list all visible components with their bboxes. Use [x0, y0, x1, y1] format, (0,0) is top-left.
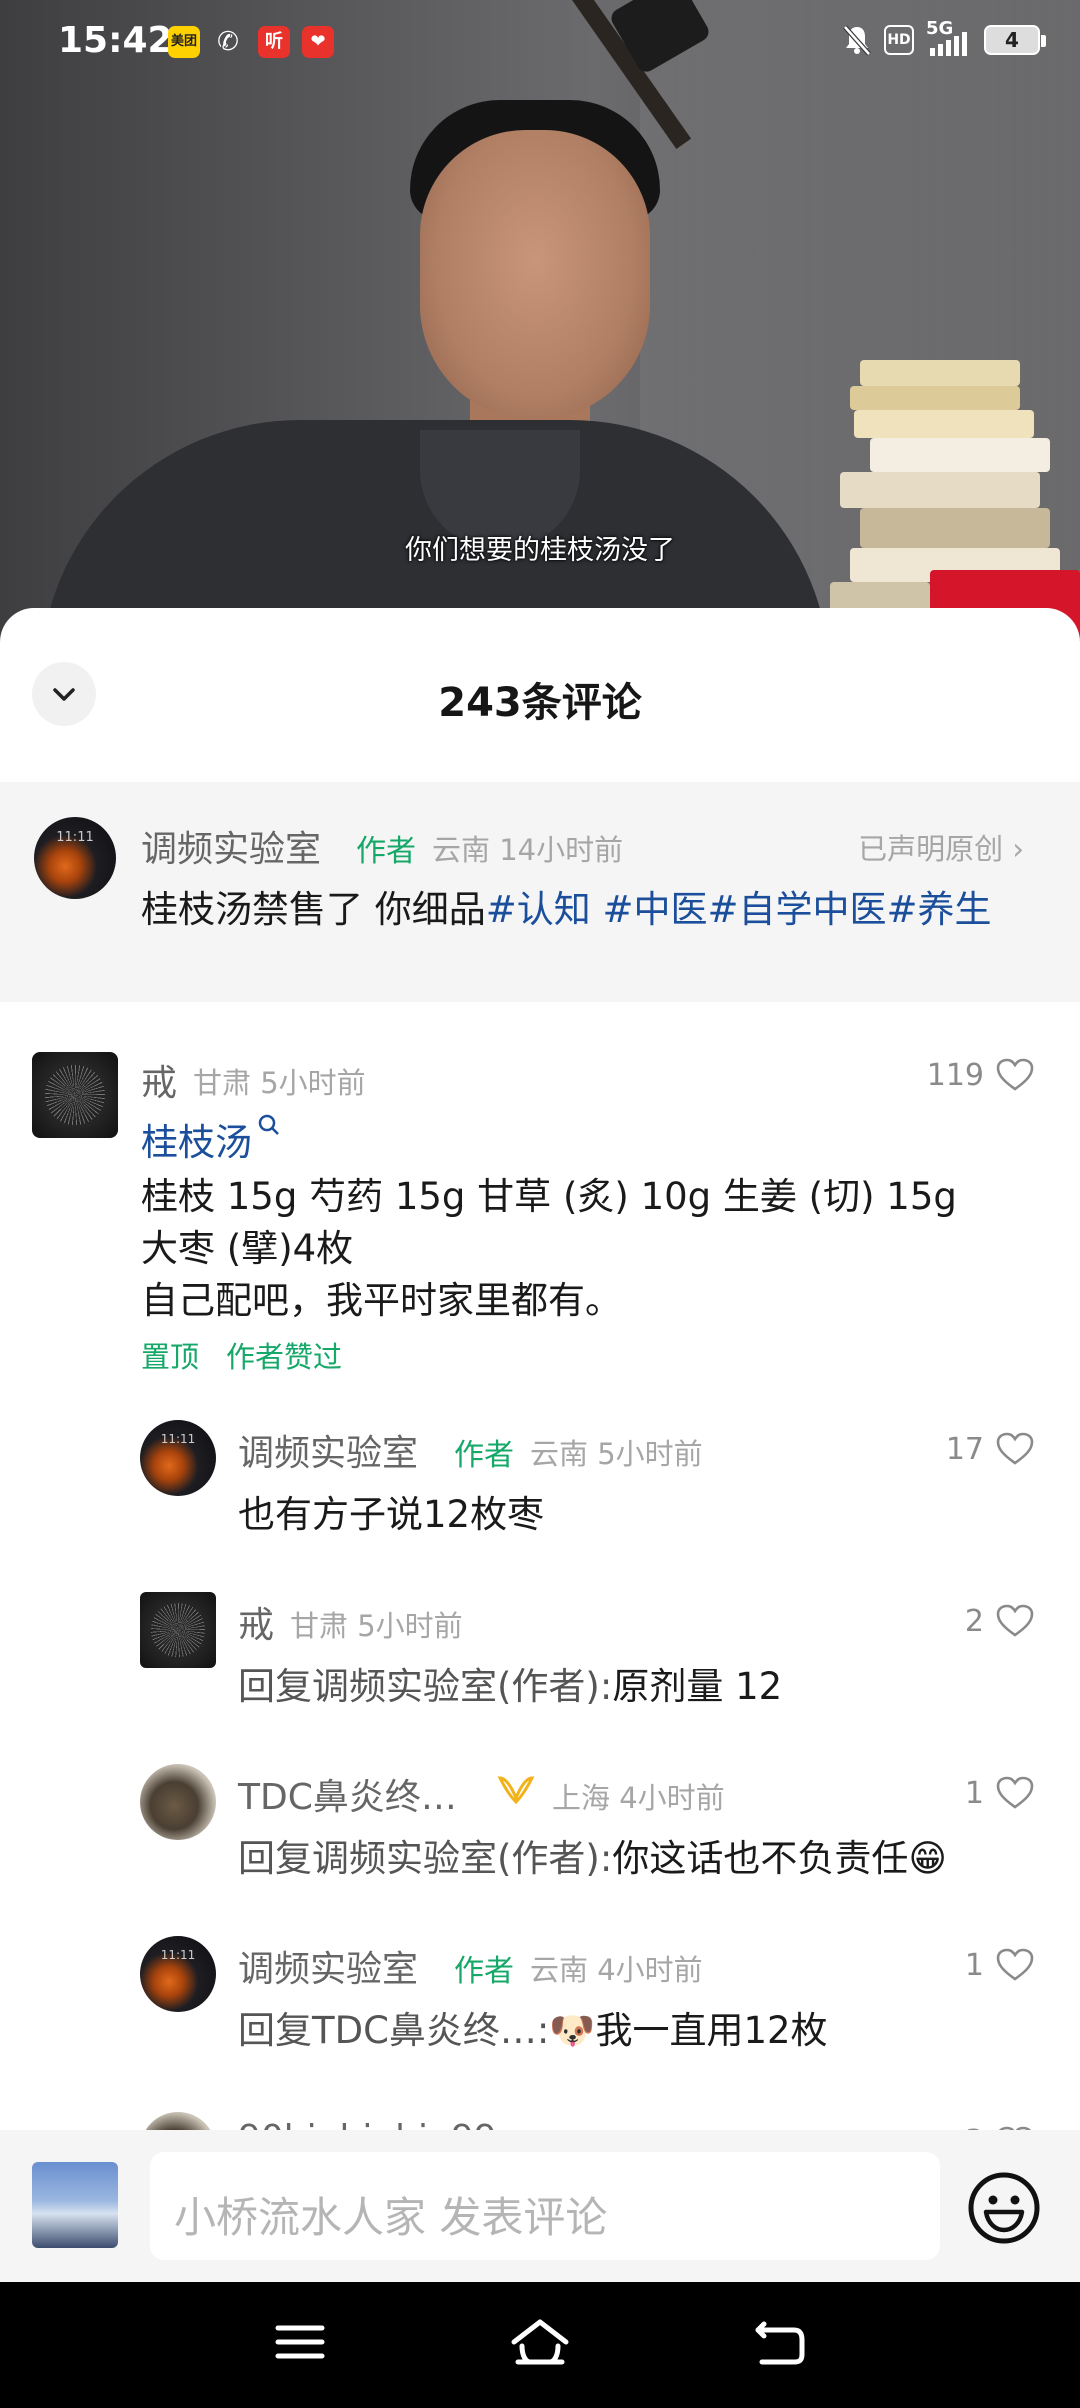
hd-icon: HD: [884, 25, 914, 55]
commenter-avatar[interactable]: [32, 1052, 118, 1138]
author-post-text: 桂枝汤禁售了 你细品#认知 #中医#自学中医#养生: [141, 888, 992, 931]
pinned-badge: 置顶: [141, 1340, 200, 1374]
comment-item: 戒 甘肃 5小时前 119 桂枝汤 桂枝 15g 芍药 15g 甘草 (炙) 1…: [0, 1032, 1080, 1374]
like-count: 17: [945, 1432, 984, 1467]
like-heart-icon[interactable]: [996, 1058, 1034, 1092]
comment-sheet-header: 243条评论: [0, 608, 1080, 782]
system-nav-bar: [0, 2282, 1080, 2408]
reply-meta: 上海 4小时前: [552, 1781, 725, 1815]
author-nickname[interactable]: 调频实验室: [141, 820, 321, 872]
back-icon[interactable]: [752, 2316, 808, 2368]
reply-avatar[interactable]: [140, 1592, 216, 1668]
like-heart-icon[interactable]: [996, 1604, 1034, 1638]
comment-text-line: 自己配吧，我平时家里都有。: [141, 1279, 622, 1322]
reply-item: 11:11 调频实验室 作者 云南 4小时前 1 回复TDC鼻炎终…:🐶我一直用…: [0, 1920, 1080, 2070]
reply-item: 戒 甘肃 5小时前 2 回复调频实验室(作者):原剂量 12: [0, 1576, 1080, 1726]
author-post[interactable]: 11:11 调频实验室 作者 云南 14小时前 已声明原创 › 桂枝汤禁售了 你…: [0, 782, 1080, 1002]
reply-meta: 云南 5小时前: [530, 1437, 703, 1471]
reply-text: 回复调频实验室(作者):原剂量 12: [238, 1665, 783, 1708]
reply-target[interactable]: 回复调频实验室(作者):: [238, 1665, 612, 1708]
reply-item: TDC鼻炎终… 上海 4小时前 1 回复调频实验室(作者):你这话也不负责任😁: [0, 1748, 1080, 1898]
like-count: 119: [926, 1058, 984, 1093]
vip-badge-icon: [497, 1776, 535, 1805]
status-time: 15:42: [58, 20, 173, 61]
reply-avatar[interactable]: 11:11: [140, 1420, 216, 1496]
like-heart-icon[interactable]: [996, 1948, 1034, 1982]
reply-nickname[interactable]: 调频实验室: [238, 1424, 418, 1476]
reply-nickname[interactable]: 戒: [238, 1596, 274, 1648]
search-icon: [258, 1114, 279, 1135]
like-count: 2: [964, 1604, 984, 1639]
meituan-icon: 美团: [168, 26, 200, 58]
comment-input-placeholder: 小桥流水人家 发表评论: [174, 2193, 608, 2242]
person-face: [420, 130, 650, 420]
reply-item: 11:11 调频实验室 作者 云南 5小时前 17 也有方子说12枚枣: [0, 1404, 1080, 1554]
reply-target[interactable]: 回复调频实验室(作者):: [238, 1837, 612, 1880]
shopping-app-icon: ❤: [302, 26, 334, 58]
author-tag: 作者: [454, 1438, 514, 1473]
like-heart-icon[interactable]: [996, 1776, 1034, 1810]
comment-text-line: 桂枝 15g 芍药 15g 甘草 (炙) 10g 生姜 (切) 15g: [141, 1175, 957, 1218]
author-liked-badge: 作者赞过: [226, 1340, 343, 1374]
status-bar: 15:42 美团 ✆ 听 ❤ HD 5G 4: [0, 0, 1080, 90]
status-indicators: HD 5G 4: [842, 18, 1046, 56]
reply-text: 也有方子说12枚枣: [238, 1493, 545, 1536]
mute-bell-icon: [843, 25, 871, 56]
video-player[interactable]: 你们想要的桂枝汤没了: [0, 0, 1080, 640]
divider: [0, 1002, 1080, 1004]
reply-meta: 甘肃 5小时前: [290, 1609, 463, 1643]
comment-text-line: 大枣 (擘)4枚: [141, 1227, 354, 1270]
video-subtitle: 你们想要的桂枝汤没了: [405, 535, 675, 566]
comment-count-title: 243条评论: [438, 680, 642, 726]
original-declaration-link[interactable]: 已声明原创 ›: [858, 826, 1024, 868]
reply-text: 回复TDC鼻炎终…:🐶我一直用12枚: [238, 2009, 828, 2052]
comment-sheet: 243条评论 11:11 调频实验室 作者 云南 14小时前 已声明原创 › 桂…: [0, 608, 1080, 2282]
comment-meta: 甘肃 5小时前: [193, 1066, 366, 1100]
book-stack: [830, 360, 1080, 640]
reply-meta: 云南 4小时前: [530, 1953, 703, 1987]
author-avatar[interactable]: 11:11: [34, 817, 116, 899]
like-count: 1: [964, 1948, 984, 1983]
reply-avatar[interactable]: 11:11: [140, 1936, 216, 2012]
wechat-icon: ✆: [217, 27, 239, 57]
author-tag: 作者: [356, 834, 416, 869]
menu-icon[interactable]: [274, 2316, 326, 2368]
listen-app-icon: 听: [258, 26, 290, 58]
reply-nickname[interactable]: 调频实验室: [238, 1940, 418, 1992]
commenter-nickname[interactable]: 戒: [141, 1054, 177, 1106]
like-heart-icon[interactable]: [996, 1432, 1034, 1466]
like-count: 1: [964, 1776, 984, 1811]
reply-nickname[interactable]: TDC鼻炎终…: [238, 1768, 457, 1820]
battery-icon: 4: [984, 25, 1046, 55]
my-avatar[interactable]: [32, 2162, 118, 2248]
emoji-icon[interactable]: [966, 2170, 1042, 2246]
comment-input-bar: 小桥流水人家 发表评论: [0, 2130, 1080, 2282]
signal-5g-icon: 5G: [926, 18, 972, 56]
reply-text: 回复调频实验室(作者):你这话也不负责任😁: [238, 1837, 947, 1880]
author-post-meta: 云南 14小时前: [432, 833, 624, 867]
recipe-link[interactable]: 桂枝汤: [141, 1112, 282, 1166]
author-tag: 作者: [454, 1954, 514, 1989]
comment-input[interactable]: 小桥流水人家 发表评论: [150, 2152, 940, 2260]
hashtag-links[interactable]: #认知 #中医#自学中医#养生: [486, 888, 992, 931]
home-icon[interactable]: [508, 2316, 572, 2368]
reply-target[interactable]: 回复TDC鼻炎终…:: [238, 2009, 549, 2052]
reply-avatar[interactable]: [140, 1764, 216, 1840]
